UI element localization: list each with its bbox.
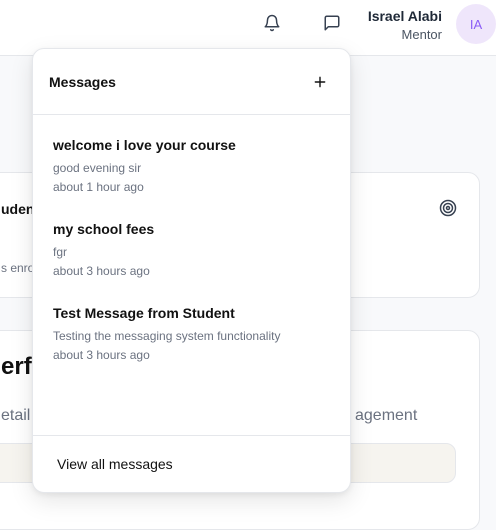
- user-name: Israel Alabi: [367, 8, 442, 24]
- message-time: about 3 hours ago: [53, 348, 150, 362]
- messages-chat-icon[interactable]: [320, 11, 344, 35]
- performance-card-right-text: agement: [355, 407, 418, 424]
- messages-dropdown: Messages welcome i love your course good…: [32, 48, 351, 493]
- messages-dropdown-header: Messages: [33, 49, 350, 115]
- message-time: about 1 hour ago: [53, 180, 144, 194]
- message-preview: good evening sir: [53, 161, 142, 175]
- user-role: Mentor: [401, 27, 442, 42]
- message-preview: fgr: [53, 245, 68, 259]
- message-time: about 3 hours ago: [53, 264, 150, 278]
- performance-card-description: etail: [1, 407, 31, 424]
- message-title: my school fees: [53, 221, 155, 237]
- new-message-plus-icon[interactable]: [309, 71, 331, 93]
- messages-dropdown-footer: View all messages: [33, 435, 350, 493]
- message-item[interactable]: my school fees fgr about 3 hours ago: [53, 221, 333, 278]
- messages-dropdown-title: Messages: [49, 74, 116, 90]
- message-item[interactable]: welcome i love your course good evening …: [53, 137, 333, 194]
- view-all-messages-link[interactable]: View all messages: [57, 456, 173, 472]
- target-icon: [439, 199, 457, 222]
- message-item[interactable]: Test Message from Student Testing the me…: [53, 305, 333, 362]
- notifications-bell-icon[interactable]: [260, 11, 284, 35]
- message-preview: Testing the messaging system functionali…: [53, 329, 281, 343]
- avatar[interactable]: IA: [456, 4, 496, 44]
- message-title: Test Message from Student: [53, 305, 235, 321]
- message-title: welcome i love your course: [53, 137, 236, 153]
